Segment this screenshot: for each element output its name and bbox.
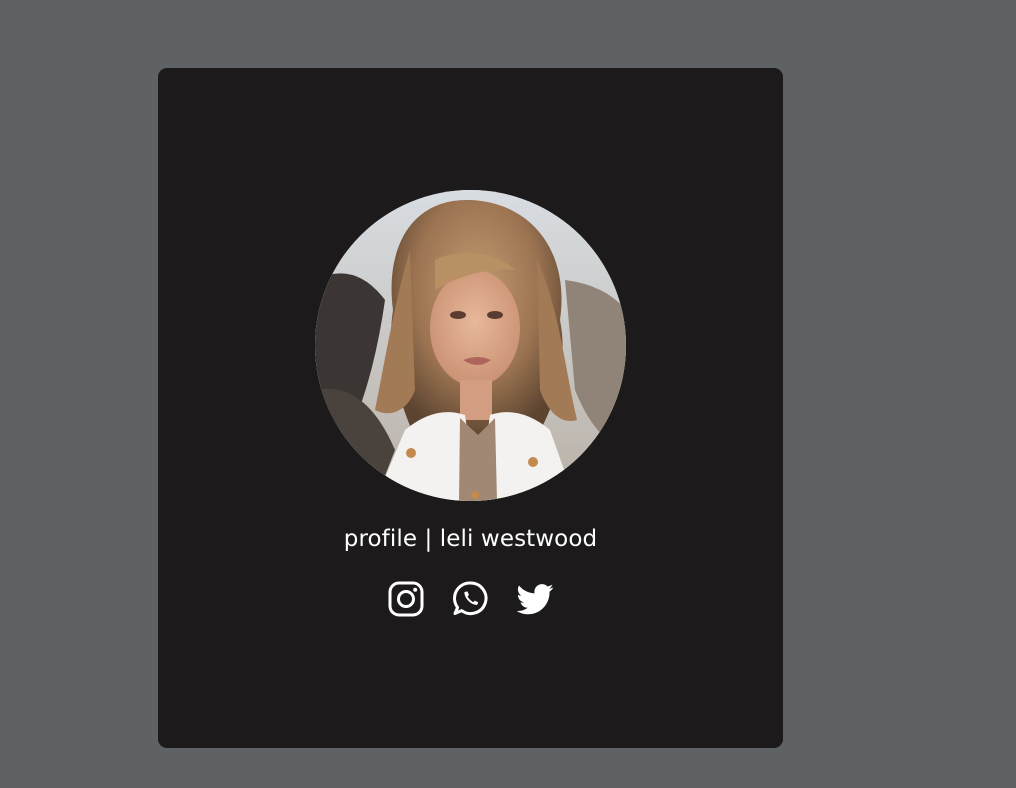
avatar — [315, 190, 626, 501]
avatar-photo — [315, 190, 626, 501]
twitter-link[interactable] — [517, 580, 554, 617]
social-links — [158, 580, 783, 620]
whatsapp-link[interactable] — [452, 580, 489, 617]
twitter-icon — [517, 584, 554, 615]
page: profile | leli westwood — [0, 0, 1016, 788]
profile-title: profile | leli westwood — [343, 526, 598, 552]
whatsapp-icon — [453, 581, 488, 616]
instagram-icon — [388, 581, 423, 616]
instagram-link[interactable] — [387, 580, 424, 617]
profile-card: profile | leli westwood — [158, 68, 783, 748]
